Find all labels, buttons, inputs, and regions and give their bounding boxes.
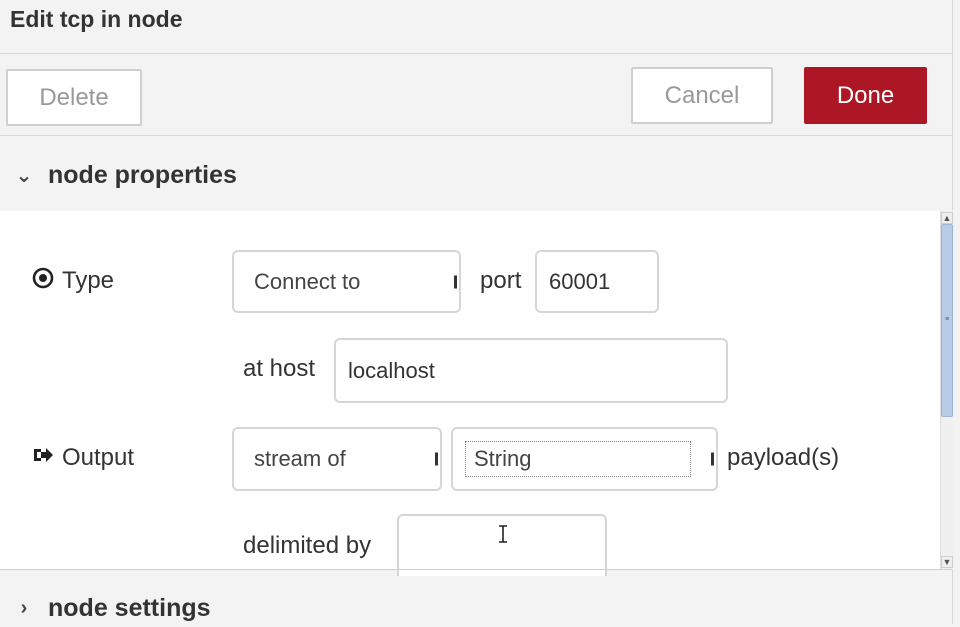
type-label: Type xyxy=(32,262,114,300)
delimiter-label: delimited by xyxy=(243,532,372,559)
section-title: node settings xyxy=(48,593,211,622)
port-label: port xyxy=(480,267,522,294)
section-title: node properties xyxy=(48,160,237,189)
scroll-down-icon[interactable]: ▼ xyxy=(941,556,953,568)
output-type-focus: String xyxy=(465,441,691,477)
toolbar-divider xyxy=(0,135,952,136)
text-cursor-icon xyxy=(498,525,510,547)
host-input[interactable]: localhost xyxy=(334,338,728,403)
cancel-button[interactable]: Cancel xyxy=(631,67,773,124)
type-select[interactable]: Connect to xyxy=(232,250,461,313)
dot-circle-icon xyxy=(32,267,54,295)
select-arrow-icon xyxy=(711,452,714,466)
sign-out-icon xyxy=(32,445,54,471)
host-label: at host xyxy=(243,355,316,382)
tray-title: Edit tcp in node xyxy=(10,6,183,32)
scroll-up-icon[interactable]: ▲ xyxy=(941,212,953,224)
output-mode-value: stream of xyxy=(254,446,346,471)
panel-bottom-divider xyxy=(0,569,952,570)
output-type-value: String xyxy=(474,446,532,471)
payload-suffix-label: payload(s) xyxy=(727,444,840,471)
chevron-right-icon: › xyxy=(20,596,28,619)
chevron-down-icon: ⌄ xyxy=(15,164,33,187)
type-label-text: Type xyxy=(62,267,115,294)
port-input[interactable]: 60001 xyxy=(535,250,659,313)
section-node-properties[interactable]: ⌄ node properties xyxy=(6,155,237,195)
output-label: Output xyxy=(32,439,134,477)
output-label-text: Output xyxy=(62,444,135,471)
header-divider xyxy=(0,53,952,54)
done-button[interactable]: Done xyxy=(804,67,927,124)
output-type-select[interactable]: String xyxy=(451,427,718,491)
output-mode-select[interactable]: stream of xyxy=(232,427,442,491)
host-input-value: localhost xyxy=(348,357,435,383)
select-arrow-icon xyxy=(435,452,438,466)
port-input-value: 60001 xyxy=(549,268,611,294)
section-node-settings[interactable]: › node settings xyxy=(6,589,211,627)
type-select-value: Connect to xyxy=(254,268,361,294)
select-arrow-icon xyxy=(454,275,457,288)
delete-button[interactable]: Delete xyxy=(6,69,142,126)
scroll-grip-icon: ≡ xyxy=(944,316,950,323)
